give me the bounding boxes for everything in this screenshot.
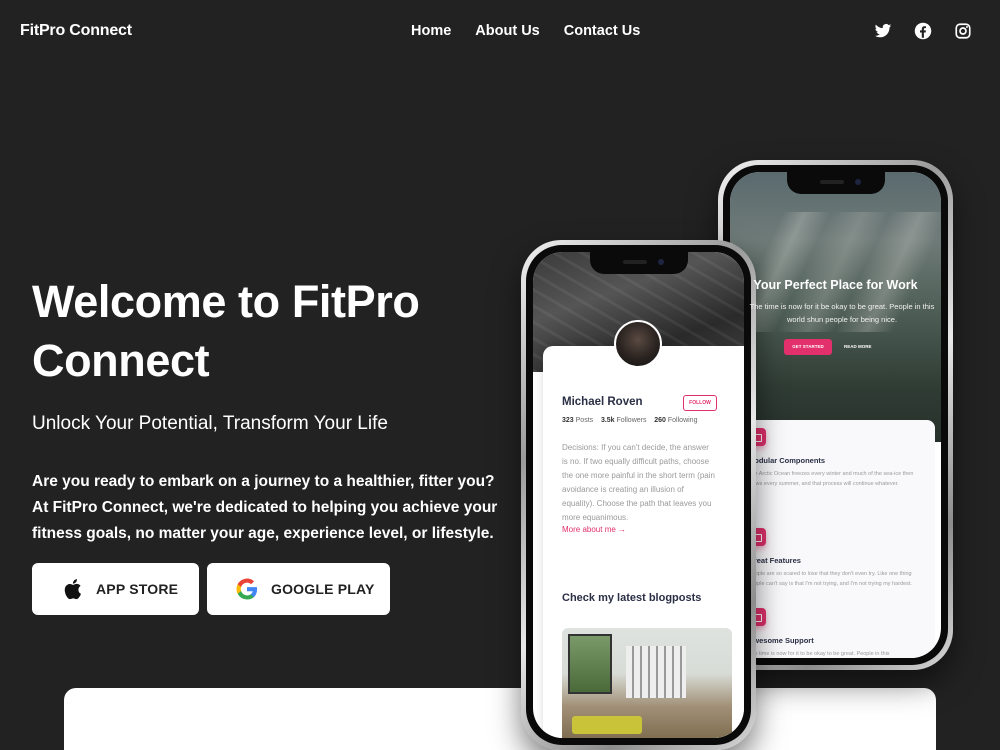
app-store-label: APP STORE — [96, 581, 179, 597]
avatar — [614, 320, 662, 368]
instagram-icon[interactable] — [954, 22, 972, 40]
nav-about-link[interactable]: About Us — [475, 23, 539, 39]
feature-text: The Arctic Ocean freezes every winter an… — [748, 471, 914, 487]
profile-stats: 323 Posts 3.5k Followers 260 Following — [562, 417, 698, 424]
nav-contact-link[interactable]: Contact Us — [564, 23, 641, 39]
main-menu: Home About Us Contact Us — [411, 23, 640, 39]
feature-item: Awesome Support The time is now for it t… — [748, 608, 916, 658]
follow-button[interactable]: FOLLOW — [683, 395, 717, 411]
social-links — [874, 22, 972, 40]
hero-description: Are you ready to embark on a journey to … — [32, 473, 498, 542]
google-play-button[interactable]: GOOGLE PLAY — [207, 563, 390, 615]
profile-name: Michael Roven — [562, 396, 643, 408]
google-icon — [236, 578, 258, 600]
feature-title: Great Features — [748, 556, 801, 565]
feature-text: People are so scared to lose that they d… — [748, 571, 912, 587]
google-play-label: GOOGLE PLAY — [271, 581, 375, 597]
apple-icon — [62, 578, 82, 600]
feature-text: The time is now for it to be okay to be … — [748, 651, 890, 657]
nav-home-link[interactable]: Home — [411, 23, 451, 39]
get-started-button[interactable]: GET STARTED — [784, 339, 832, 355]
feature-item: Great Features People are so scared to l… — [748, 528, 916, 589]
facebook-icon[interactable] — [914, 22, 932, 40]
blog-post-image[interactable] — [562, 628, 732, 738]
content-card — [64, 688, 936, 750]
brand-logo[interactable]: FitPro Connect — [20, 22, 132, 40]
blog-heading: Check my latest blogposts — [562, 592, 702, 604]
feature-title: Awesome Support — [748, 636, 814, 645]
profile-description: Decisions: If you can't decide, the answ… — [562, 443, 715, 522]
feature-item: Modular Components The Arctic Ocean free… — [748, 428, 916, 489]
phone-mockup-profile: Michael Roven FOLLOW 323 Posts 3.5k Foll… — [521, 240, 756, 750]
app-store-button[interactable]: APP STORE — [32, 563, 199, 615]
twitter-icon[interactable] — [874, 22, 892, 40]
read-more-link[interactable]: READ MORE — [844, 339, 872, 355]
landing-text: The time is now for it be okay to be gre… — [749, 302, 935, 324]
landing-title: Your Perfect Place for Work — [753, 278, 918, 292]
top-nav: FitPro Connect Home About Us Contact Us — [0, 0, 1000, 64]
hero-title: Welcome to FitPro Connect — [32, 276, 420, 386]
hero-subtitle: Unlock Your Potential, Transform Your Li… — [32, 413, 388, 434]
feature-title: Modular Components — [748, 456, 826, 465]
more-about-link[interactable]: More about me → — [562, 525, 626, 534]
